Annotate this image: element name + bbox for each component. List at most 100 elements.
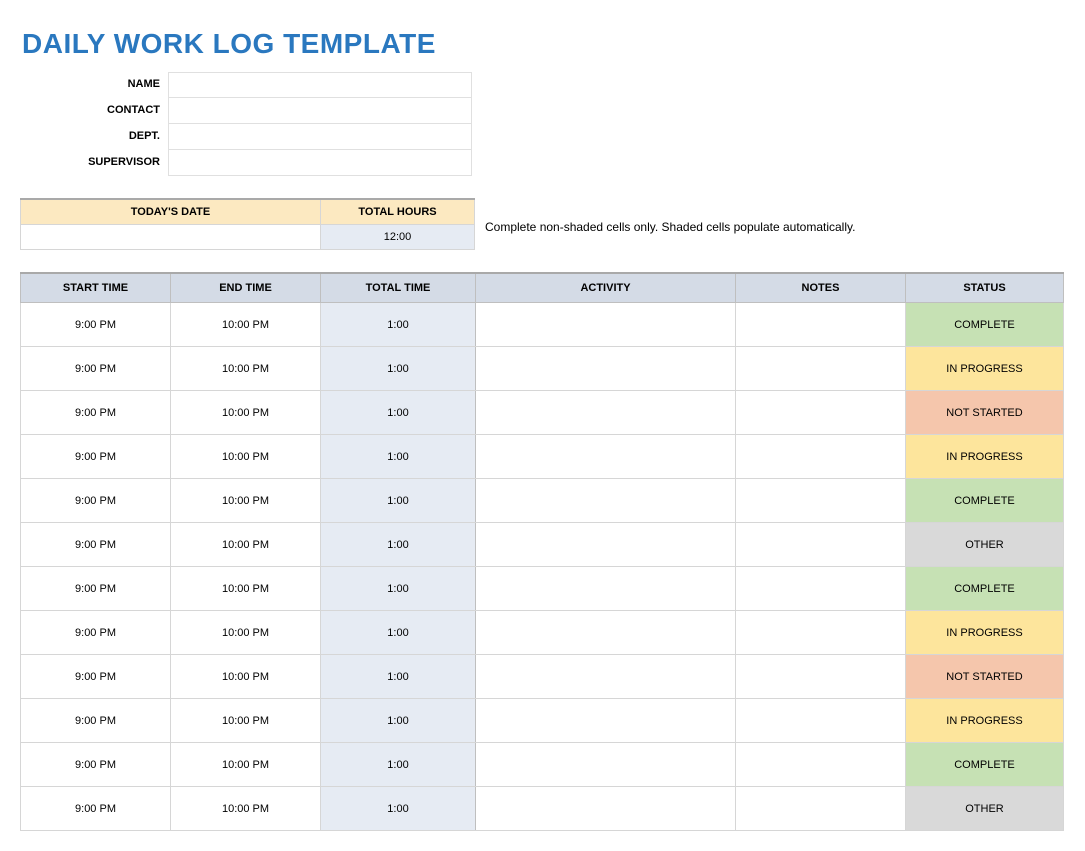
table-row: 9:00 PM10:00 PM1:00 COMPLETE	[21, 567, 1064, 611]
cell-start[interactable]: 9:00 PM	[21, 391, 171, 435]
table-row: 9:00 PM10:00 PM1:00 OTHER	[21, 787, 1064, 831]
cell-notes[interactable]	[736, 347, 906, 391]
cell-start[interactable]: 9:00 PM	[21, 567, 171, 611]
cell-start[interactable]: 9:00 PM	[21, 347, 171, 391]
cell-notes[interactable]	[736, 435, 906, 479]
cell-activity[interactable]	[476, 479, 736, 523]
table-row: 9:00 PM10:00 PM1:00 IN PROGRESS	[21, 611, 1064, 655]
col-start-time: START TIME	[21, 273, 171, 303]
col-notes: NOTES	[736, 273, 906, 303]
total-hours-cell: 12:00	[321, 225, 475, 250]
cell-total: 1:00	[321, 435, 476, 479]
cell-start[interactable]: 9:00 PM	[21, 611, 171, 655]
contact-input[interactable]	[168, 98, 472, 124]
cell-activity[interactable]	[476, 303, 736, 347]
supervisor-input[interactable]	[168, 150, 472, 176]
cell-start[interactable]: 9:00 PM	[21, 479, 171, 523]
cell-activity[interactable]	[476, 523, 736, 567]
cell-end[interactable]: 10:00 PM	[171, 435, 321, 479]
cell-status[interactable]: IN PROGRESS	[906, 611, 1064, 655]
table-row: 9:00 PM10:00 PM1:00 COMPLETE	[21, 479, 1064, 523]
cell-end[interactable]: 10:00 PM	[171, 479, 321, 523]
cell-status[interactable]: COMPLETE	[906, 743, 1064, 787]
cell-activity[interactable]	[476, 567, 736, 611]
cell-status[interactable]: OTHER	[906, 787, 1064, 831]
contact-label: CONTACT	[20, 98, 168, 124]
name-label: NAME	[20, 72, 168, 98]
table-row: 9:00 PM10:00 PM1:00 IN PROGRESS	[21, 699, 1064, 743]
cell-end[interactable]: 10:00 PM	[171, 787, 321, 831]
page-title: DAILY WORK LOG TEMPLATE	[22, 28, 1065, 60]
cell-end[interactable]: 10:00 PM	[171, 567, 321, 611]
cell-total: 1:00	[321, 347, 476, 391]
cell-notes[interactable]	[736, 303, 906, 347]
supervisor-label: SUPERVISOR	[20, 150, 168, 176]
table-row: 9:00 PM10:00 PM1:00 IN PROGRESS	[21, 347, 1064, 391]
cell-total: 1:00	[321, 523, 476, 567]
cell-status[interactable]: NOT STARTED	[906, 391, 1064, 435]
name-input[interactable]	[168, 72, 472, 98]
cell-total: 1:00	[321, 391, 476, 435]
cell-start[interactable]: 9:00 PM	[21, 787, 171, 831]
table-row: 9:00 PM10:00 PM1:00 OTHER	[21, 523, 1064, 567]
cell-end[interactable]: 10:00 PM	[171, 303, 321, 347]
table-row: 9:00 PM10:00 PM1:00 IN PROGRESS	[21, 435, 1064, 479]
meta-fields: NAME CONTACT DEPT. SUPERVISOR	[20, 72, 1065, 176]
table-row: 9:00 PM10:00 PM1:00NOT STARTED	[21, 655, 1064, 699]
table-row: 9:00 PM10:00 PM1:00COMPLETE	[21, 303, 1064, 347]
todays-date-cell[interactable]	[21, 225, 321, 250]
col-status: STATUS	[906, 273, 1064, 303]
cell-status[interactable]: IN PROGRESS	[906, 347, 1064, 391]
cell-end[interactable]: 10:00 PM	[171, 347, 321, 391]
log-table: START TIME END TIME TOTAL TIME ACTIVITY …	[20, 272, 1064, 831]
table-row: 9:00 PM10:00 PM1:00 NOT STARTED	[21, 391, 1064, 435]
cell-notes[interactable]	[736, 787, 906, 831]
cell-start[interactable]: 9:00 PM	[21, 743, 171, 787]
cell-notes[interactable]	[736, 523, 906, 567]
cell-activity[interactable]	[476, 391, 736, 435]
cell-status[interactable]: IN PROGRESS	[906, 699, 1064, 743]
cell-total: 1:00	[321, 611, 476, 655]
cell-end[interactable]: 10:00 PM	[171, 391, 321, 435]
cell-status[interactable]: COMPLETE	[906, 479, 1064, 523]
cell-end[interactable]: 10:00 PM	[171, 611, 321, 655]
cell-total: 1:00	[321, 479, 476, 523]
cell-activity[interactable]	[476, 743, 736, 787]
cell-total: 1:00	[321, 787, 476, 831]
cell-end[interactable]: 10:00 PM	[171, 743, 321, 787]
dept-label: DEPT.	[20, 124, 168, 150]
cell-status[interactable]: IN PROGRESS	[906, 435, 1064, 479]
cell-activity[interactable]	[476, 655, 736, 699]
cell-total: 1:00	[321, 743, 476, 787]
cell-status[interactable]: COMPLETE	[906, 567, 1064, 611]
cell-activity[interactable]	[476, 699, 736, 743]
cell-start[interactable]: 9:00 PM	[21, 699, 171, 743]
cell-end[interactable]: 10:00 PM	[171, 523, 321, 567]
cell-start[interactable]: 9:00 PM	[21, 655, 171, 699]
summary-table: TODAY'S DATE TOTAL HOURS 12:00	[20, 198, 475, 250]
log-header-row: START TIME END TIME TOTAL TIME ACTIVITY …	[21, 273, 1064, 303]
cell-notes[interactable]	[736, 699, 906, 743]
cell-start[interactable]: 9:00 PM	[21, 435, 171, 479]
cell-activity[interactable]	[476, 347, 736, 391]
cell-status[interactable]: NOT STARTED	[906, 655, 1064, 699]
cell-notes[interactable]	[736, 567, 906, 611]
cell-status[interactable]: OTHER	[906, 523, 1064, 567]
cell-activity[interactable]	[476, 787, 736, 831]
cell-start[interactable]: 9:00 PM	[21, 303, 171, 347]
cell-notes[interactable]	[736, 479, 906, 523]
cell-total: 1:00	[321, 699, 476, 743]
cell-total: 1:00	[321, 567, 476, 611]
cell-activity[interactable]	[476, 611, 736, 655]
cell-notes[interactable]	[736, 655, 906, 699]
cell-end[interactable]: 10:00 PM	[171, 655, 321, 699]
cell-start[interactable]: 9:00 PM	[21, 523, 171, 567]
todays-date-header: TODAY'S DATE	[21, 199, 321, 225]
cell-notes[interactable]	[736, 743, 906, 787]
dept-input[interactable]	[168, 124, 472, 150]
cell-notes[interactable]	[736, 611, 906, 655]
cell-notes[interactable]	[736, 391, 906, 435]
cell-end[interactable]: 10:00 PM	[171, 699, 321, 743]
cell-activity[interactable]	[476, 435, 736, 479]
cell-status[interactable]: COMPLETE	[906, 303, 1064, 347]
